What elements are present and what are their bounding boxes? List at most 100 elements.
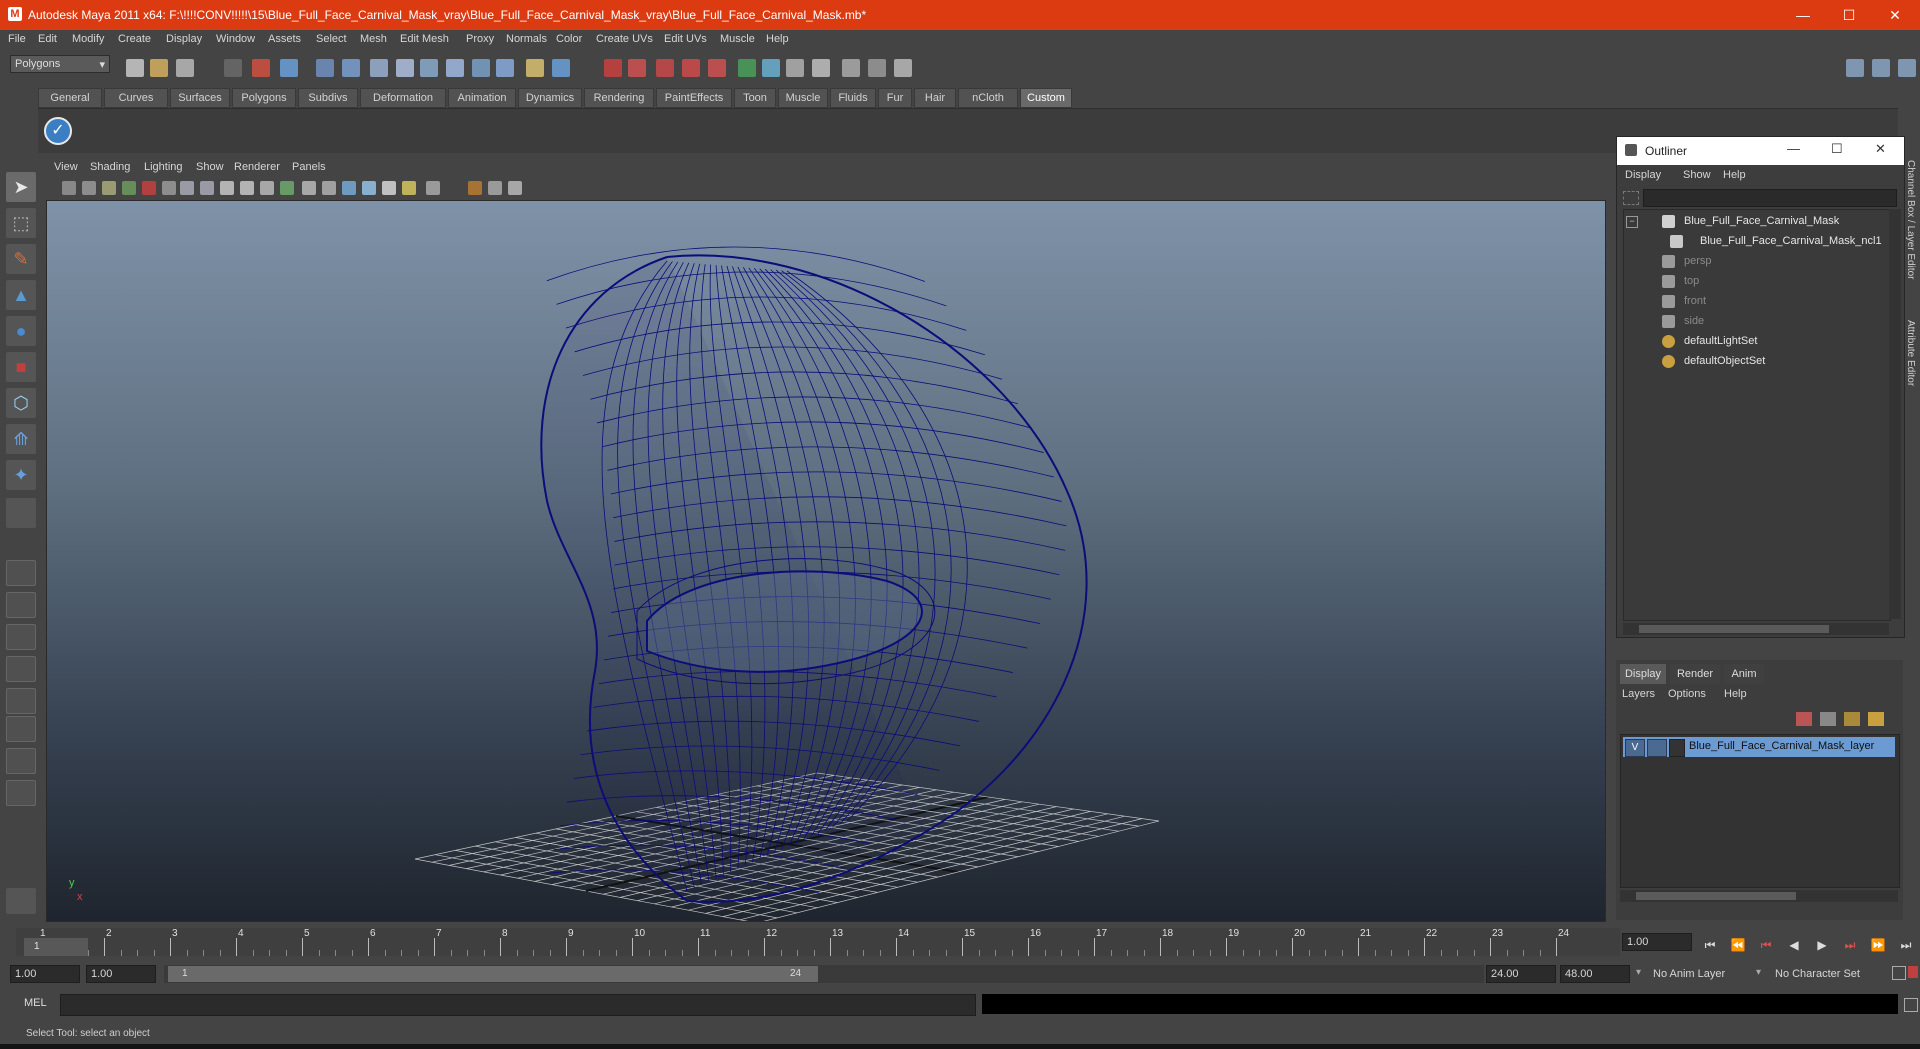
last-tool-used-icon[interactable] <box>6 498 36 528</box>
select-by-component-icon[interactable] <box>280 59 298 77</box>
viewport-toolbar-icon-14[interactable] <box>322 181 336 195</box>
mel-input[interactable] <box>60 994 976 1016</box>
menu-modify[interactable]: Modify <box>72 33 104 45</box>
layer-name[interactable]: Blue_Full_Face_Carnival_Mask_layer <box>1689 740 1874 752</box>
expand-collapse-icon[interactable]: − <box>1626 216 1638 228</box>
select-deformation-icon[interactable] <box>420 59 438 77</box>
layer-tab-display[interactable]: Display <box>1620 664 1666 684</box>
viewport-toolbar-icon-10[interactable] <box>240 181 254 195</box>
viewport-toolbar-icon-1[interactable] <box>62 181 76 195</box>
snap-to-point-icon[interactable] <box>656 59 674 77</box>
layer-visibility-toggle[interactable]: V <box>1625 739 1645 757</box>
step-forward-key-icon[interactable]: ⏭ <box>1840 935 1860 955</box>
show-tool-settings-icon[interactable] <box>1898 59 1916 77</box>
perspective-viewport[interactable]: y x <box>46 200 1606 922</box>
menu-mesh[interactable]: Mesh <box>360 33 387 45</box>
show-modeling-toolkit-icon[interactable] <box>1846 59 1864 77</box>
menu-edit[interactable]: Edit <box>38 33 57 45</box>
menu-proxy[interactable]: Proxy <box>466 33 494 45</box>
lasso-tool-icon[interactable]: ⬚ <box>6 208 36 238</box>
play-forwards-icon[interactable]: ▶ <box>1812 935 1832 955</box>
channel-box-side-tab[interactable]: Channel Box / Layer Editor <box>1904 160 1918 300</box>
shelf-tab-polygons[interactable]: Polygons <box>232 88 296 108</box>
viewport-toolbar-icon-21[interactable] <box>488 181 502 195</box>
outliner-horizontal-scrollbar[interactable] <box>1623 623 1889 635</box>
viewport-toolbar-icon-20[interactable] <box>468 181 482 195</box>
outliner-row[interactable]: top <box>1624 272 1884 292</box>
universal-manipulator-icon[interactable]: ⬡ <box>6 388 36 418</box>
layout-preset-1-icon[interactable] <box>6 560 36 586</box>
character-set-dropdown[interactable]: No Character Set <box>1770 965 1888 983</box>
snap-to-grid-icon[interactable] <box>604 59 622 77</box>
outliner-menu-display[interactable]: Display <box>1625 169 1661 181</box>
select-curve-icon[interactable] <box>370 59 388 77</box>
new-scene-icon[interactable] <box>126 59 144 77</box>
highlight-selection-icon[interactable] <box>552 59 570 77</box>
shelf-tab-rendering[interactable]: Rendering <box>584 88 654 108</box>
soft-mod-tool-icon[interactable]: ⟰ <box>6 424 36 454</box>
menu-create[interactable]: Create <box>118 33 151 45</box>
layer-tab-render[interactable]: Render <box>1670 664 1720 684</box>
shelf-tab-general[interactable]: General <box>38 88 102 108</box>
viewport-toolbar-icon-19[interactable] <box>426 181 440 195</box>
layer-color-swatch[interactable] <box>1669 739 1685 757</box>
step-back-key-icon[interactable]: ⏮ <box>1756 935 1776 955</box>
range-slider-bar[interactable]: 1 24 <box>168 966 818 982</box>
go-to-start-icon[interactable]: ⏮ <box>1700 935 1720 955</box>
viewport-toolbar-icon-17[interactable] <box>382 181 396 195</box>
viewport-toolbar-icon-3[interactable] <box>102 181 116 195</box>
select-misc-icon[interactable] <box>496 59 514 77</box>
outliner-row[interactable]: defaultObjectSet <box>1624 352 1884 372</box>
step-back-frame-icon[interactable]: ⏪ <box>1728 935 1748 955</box>
menu-color[interactable]: Color <box>556 33 582 45</box>
viewport-toolbar-icon-2[interactable] <box>82 181 96 195</box>
new-layer-icon[interactable] <box>1820 712 1836 726</box>
menu-edit-mesh[interactable]: Edit Mesh <box>400 33 449 45</box>
animation-start-field[interactable]: 1.00 <box>10 965 80 983</box>
render-view-icon[interactable] <box>868 59 886 77</box>
scale-tool-icon[interactable]: ■ <box>6 352 36 382</box>
show-channel-box-icon[interactable] <box>1872 59 1890 77</box>
outliner-row[interactable]: − Blue_Full_Face_Carnival_Mask <box>1624 212 1884 232</box>
menu-select[interactable]: Select <box>316 33 347 45</box>
outliner-row[interactable]: Blue_Full_Face_Carnival_Mask_ncl1 <box>1624 232 1884 252</box>
hypershade-icon[interactable] <box>842 59 860 77</box>
outliner-filter-input[interactable] <box>1643 189 1897 207</box>
layer-tab-anim[interactable]: Anim <box>1724 664 1764 684</box>
panel-menu-lighting[interactable]: Lighting <box>144 161 183 173</box>
viewport-toolbar-icon-15[interactable] <box>342 181 356 195</box>
menu-muscle[interactable]: Muscle <box>720 33 755 45</box>
viewport-toolbar-icon-7[interactable] <box>180 181 194 195</box>
close-button[interactable]: ✕ <box>1872 0 1918 30</box>
layer-menu-help[interactable]: Help <box>1724 688 1747 700</box>
attribute-editor-side-tab[interactable]: Attribute Editor <box>1904 320 1918 420</box>
snap-to-curve-icon[interactable] <box>628 59 646 77</box>
command-language-label[interactable]: MEL <box>24 997 47 1009</box>
panel-menu-shading[interactable]: Shading <box>90 161 130 173</box>
select-render-icon[interactable] <box>472 59 490 77</box>
select-surface-icon[interactable] <box>396 59 414 77</box>
viewport-toolbar-icon-16[interactable] <box>362 181 376 195</box>
menu-file[interactable]: File <box>8 33 26 45</box>
outliner-close-icon[interactable]: ✕ <box>1875 141 1886 157</box>
layer-row[interactable]: V Blue_Full_Face_Carnival_Mask_layer <box>1623 737 1895 757</box>
menu-assets[interactable]: Assets <box>268 33 301 45</box>
viewport-toolbar-icon-13[interactable] <box>302 181 316 195</box>
lock-selection-icon[interactable] <box>526 59 544 77</box>
select-dynamic-icon[interactable] <box>446 59 464 77</box>
script-editor-icon[interactable] <box>1904 998 1918 1012</box>
outliner-row[interactable]: side <box>1624 312 1884 332</box>
playback-start-field[interactable]: 1.00 <box>86 965 156 983</box>
shelf-tab-toon[interactable]: Toon <box>734 88 776 108</box>
outliner-menu-help[interactable]: Help <box>1723 169 1746 181</box>
rotate-tool-icon[interactable]: ● <box>6 316 36 346</box>
shelf-tab-ncloth[interactable]: nCloth <box>958 88 1018 108</box>
menu-edit-uvs[interactable]: Edit UVs <box>664 33 707 45</box>
shelf-tab-dynamics[interactable]: Dynamics <box>518 88 582 108</box>
outliner-maximize-icon[interactable]: ☐ <box>1831 141 1843 157</box>
shelf-tab-fluids[interactable]: Fluids <box>830 88 876 108</box>
paint-select-tool-icon[interactable]: ✎ <box>6 244 36 274</box>
layer-horizontal-scrollbar[interactable] <box>1620 890 1898 902</box>
layout-preset-4-icon[interactable] <box>6 656 36 682</box>
minimize-button[interactable]: — <box>1780 0 1826 30</box>
